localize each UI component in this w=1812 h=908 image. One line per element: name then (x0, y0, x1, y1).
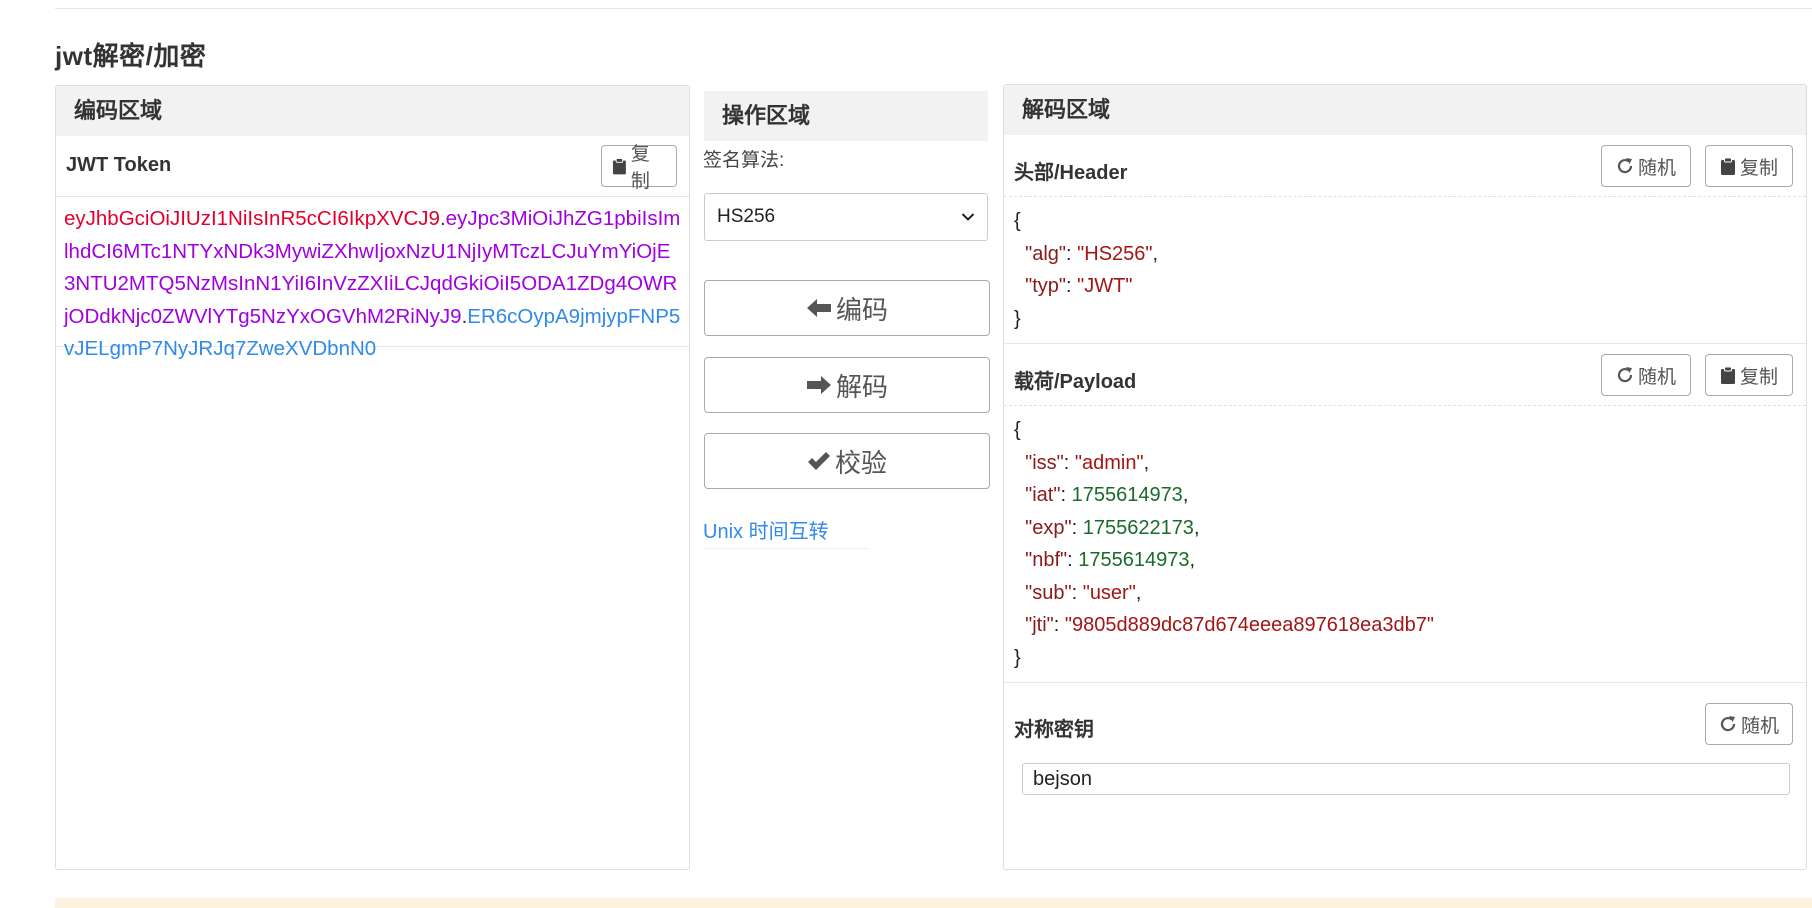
algorithm-select-value: HS256 (717, 206, 776, 227)
copy-header-button[interactable]: 复制 (1705, 145, 1793, 187)
payload-sub-value: user (1089, 581, 1129, 604)
random-payload-label: 随机 (1637, 366, 1676, 388)
encode-button[interactable]: 编码 (704, 280, 990, 336)
key-section-head: 对称密钥 随机 (1004, 683, 1806, 763)
encode-panel: 编码区域 JWT Token 复制 eyJhbGciOiJIUzI1NiIsIn… (55, 85, 690, 870)
algorithm-select[interactable]: HS256 (704, 193, 988, 241)
decode-panel: 解码区域 头部/Header 随机 复制 { "alg": "HS256", "… (1003, 84, 1807, 870)
algorithm-label: 签名算法: (703, 150, 785, 171)
payload-nbf-value: 1755614973 (1078, 549, 1190, 571)
refresh-icon (1617, 158, 1633, 174)
payload-section-title: 载荷/Payload (1014, 371, 1137, 393)
random-header-label: 随机 (1637, 157, 1676, 179)
unix-time-converter-link[interactable]: Unix 时间互转 (703, 515, 869, 549)
header-section-head: 头部/Header 随机 复制 (1004, 135, 1806, 197)
decode-panel-heading: 解码区域 (1004, 85, 1806, 135)
verify-button-label: 校验 (834, 447, 887, 478)
header-typ-value: "JWT" (1077, 275, 1133, 297)
verify-button[interactable]: 校验 (704, 433, 990, 489)
copy-token-label: 复制 (630, 144, 650, 192)
arrow-right-icon (806, 376, 831, 394)
bottom-banner (55, 898, 1812, 908)
jwt-token-header: JWT Token 复制 (56, 136, 689, 197)
chevron-down-icon (961, 213, 975, 221)
checkmark-icon (807, 452, 830, 470)
token-header-segment: eyJhbGciOiJIUzI1NiIsInR5cCI6IkpXVCJ9 (64, 207, 440, 230)
jwt-token-textarea[interactable]: eyJhbGciOiJIUzI1NiIsInR5cCI6IkpXVCJ9.eyJ… (56, 197, 689, 360)
random-key-label: 随机 (1740, 715, 1779, 737)
copy-payload-label: 复制 (1739, 366, 1778, 388)
refresh-icon (1617, 367, 1633, 383)
page-title: jwt解密/加密 (55, 41, 207, 71)
secret-key-input[interactable]: bejson (1022, 763, 1790, 795)
header-json-editor[interactable]: { "alg": "HS256", "typ": "JWT" } (1004, 197, 1806, 344)
refresh-icon (1720, 716, 1736, 732)
payload-iat-value: 1755614973 (1071, 484, 1183, 506)
operations-heading: 操作区域 (704, 91, 988, 141)
arrow-left-icon (806, 299, 831, 317)
header-alg-value: "HS256" (1077, 242, 1153, 265)
payload-exp-value: 1755622173 (1082, 516, 1194, 539)
payload-json-editor[interactable]: { "iss": "admin", "iat": 1755614973, "ex… (1004, 406, 1806, 683)
encode-panel-heading: 编码区域 (56, 86, 689, 136)
payload-section-head: 载荷/Payload 随机 复制 (1004, 344, 1806, 406)
decode-button[interactable]: 解码 (704, 357, 990, 413)
clipboard-icon (1720, 157, 1735, 175)
clipboard-icon (612, 158, 626, 175)
clipboard-icon (1720, 366, 1735, 384)
jwt-token-label: JWT Token (66, 154, 172, 176)
copy-token-button[interactable]: 复制 (601, 144, 677, 192)
random-payload-button[interactable]: 随机 (1601, 354, 1691, 396)
copy-header-label: 复制 (1739, 157, 1778, 179)
payload-jti-value: 9805d889dc87d674eeea897618ea3db7 (1072, 614, 1427, 636)
copy-payload-button[interactable]: 复制 (1705, 354, 1793, 396)
top-divider (55, 8, 1812, 9)
decode-button-label: 解码 (835, 371, 888, 402)
key-section-title: 对称密钥 (1014, 719, 1094, 741)
random-key-button[interactable]: 随机 (1705, 703, 1793, 745)
encode-button-label: 编码 (835, 294, 888, 325)
header-section-title: 头部/Header (1014, 162, 1128, 184)
random-header-button[interactable]: 随机 (1601, 145, 1691, 187)
payload-iss-value: admin (1082, 451, 1137, 474)
